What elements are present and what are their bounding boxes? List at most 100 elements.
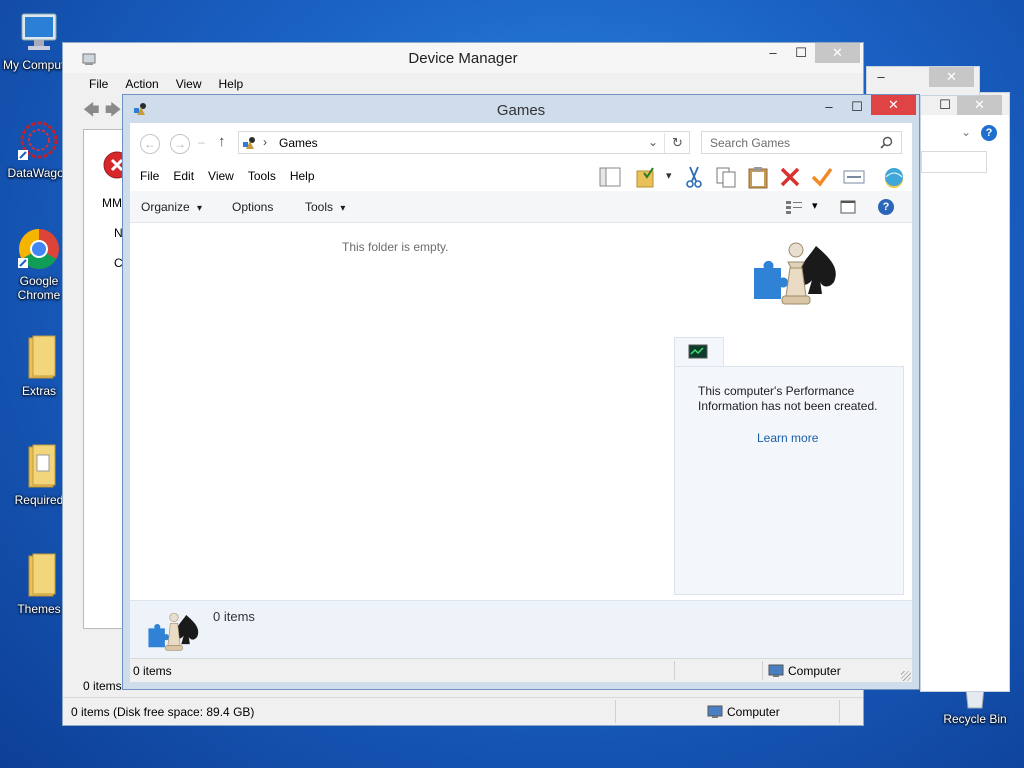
chevron-down-icon[interactable]: ⌄ xyxy=(961,125,971,139)
close-button[interactable]: ✕ xyxy=(871,95,916,115)
tools-label: Tools xyxy=(305,200,334,214)
dropdown-arrow-icon[interactable]: ▾ xyxy=(666,169,672,182)
help-icon[interactable]: ? xyxy=(878,199,894,215)
organize-label: Organize xyxy=(141,200,190,214)
minimize-button[interactable]: – xyxy=(815,97,843,117)
preview-pane-icon[interactable] xyxy=(598,165,622,189)
background-window-caption: – ✕ xyxy=(866,66,980,96)
address-row: ← → – ↑ › Games ⌄ ↻ Search Games xyxy=(130,123,912,161)
address-bar[interactable]: › Games ⌄ ↻ xyxy=(238,131,690,154)
menu-file[interactable]: File xyxy=(81,77,117,91)
back-arrow-icon[interactable]: 🡄 xyxy=(83,99,100,126)
performance-monitor-icon xyxy=(688,344,708,359)
search-input[interactable] xyxy=(921,151,987,173)
status-text: 0 items (Disk free space: 89.4 GB) xyxy=(71,705,255,719)
device-manager-titlebar[interactable]: Device Manager – ☐ ✕ xyxy=(63,43,863,73)
shell-icon[interactable] xyxy=(882,165,906,189)
toolbar: 🡄 🡆 xyxy=(83,99,121,126)
games-statusbar: 0 items Computer xyxy=(130,658,912,682)
maximize-button[interactable]: ☐ xyxy=(787,43,815,63)
maximize-button[interactable]: ☐ xyxy=(843,97,871,117)
file-list-area[interactable]: This folder is empty. This computer's Pe… xyxy=(130,224,912,600)
folder-icon xyxy=(28,335,56,379)
dropdown-arrow-icon: ▾ xyxy=(340,203,346,214)
preview-pane-toggle-icon[interactable] xyxy=(840,199,856,215)
datawagon-icon xyxy=(18,121,58,160)
tree-fragment: MM xyxy=(102,196,122,210)
games-titlebar[interactable]: Games – ☐ ✕ xyxy=(123,95,919,123)
computer-icon xyxy=(707,705,723,718)
breadcrumb[interactable]: Games xyxy=(279,136,318,150)
menu-edit[interactable]: Edit xyxy=(167,169,202,183)
folder-icon xyxy=(28,444,56,488)
close-button[interactable]: ✕ xyxy=(957,95,1002,115)
forward-arrow-icon[interactable]: 🡆 xyxy=(105,99,122,126)
games-explorer-icon xyxy=(754,242,836,305)
window-caption-area: ☐ ✕ xyxy=(921,93,1009,115)
search-input[interactable]: Search Games xyxy=(701,131,902,154)
performance-panel: This computer's Performance Information … xyxy=(674,366,904,595)
organize-button[interactable]: Organize ▾ xyxy=(141,200,202,214)
minimize-icon[interactable]: – xyxy=(867,67,895,87)
delete-icon[interactable] xyxy=(778,165,802,189)
status-location: Computer xyxy=(727,705,780,719)
desktop-icon-label: Extras xyxy=(21,384,56,398)
maximize-icon[interactable]: ☐ xyxy=(931,95,959,115)
back-button[interactable]: ← xyxy=(140,134,160,154)
dropdown-arrow-icon[interactable]: ▾ xyxy=(812,199,818,212)
device-manager-menubar: File Action View Help xyxy=(73,73,863,95)
inner-status: 0 items xyxy=(83,679,122,693)
chrome-icon xyxy=(18,229,59,269)
tools-button[interactable]: Tools ▾ xyxy=(305,200,345,214)
menu-help[interactable]: Help xyxy=(211,77,253,91)
menu-file[interactable]: File xyxy=(134,169,167,183)
desktop-icon-label: Themes xyxy=(17,602,61,616)
close-button[interactable]: ✕ xyxy=(815,43,860,63)
computer-icon xyxy=(768,664,784,677)
breadcrumb-separator[interactable]: › xyxy=(263,135,267,149)
view-options-icon[interactable] xyxy=(785,199,803,215)
performance-message: This computer's Performance Information … xyxy=(698,384,878,413)
device-manager-statusbar: 0 items (Disk free space: 89.4 GB) Compu… xyxy=(63,697,863,725)
desktop-icon-label: Recycle Bin xyxy=(943,712,1007,726)
properties-check-icon[interactable] xyxy=(810,165,834,189)
up-arrow-icon[interactable]: ↑ xyxy=(218,133,226,150)
details-pane: 0 items xyxy=(130,600,912,658)
background-window-right[interactable]: ☐ ✕ ⌄ ? xyxy=(920,92,1010,692)
refresh-icon[interactable]: ↻ xyxy=(664,133,690,153)
empty-folder-message: This folder is empty. xyxy=(342,240,449,254)
search-icon[interactable] xyxy=(880,136,893,149)
window-title: Games xyxy=(496,102,546,119)
learn-more-link[interactable]: Learn more xyxy=(757,431,818,445)
desktop-icon-label: Google Chrome xyxy=(17,274,61,302)
menu-view[interactable]: View xyxy=(202,169,242,183)
close-button[interactable]: ✕ xyxy=(929,67,974,87)
forward-button[interactable]: → xyxy=(170,134,190,154)
menu-action[interactable]: Action xyxy=(117,77,167,91)
recent-dropdown-icon[interactable]: – xyxy=(198,135,205,149)
performance-tab[interactable] xyxy=(674,337,724,367)
rename-icon[interactable] xyxy=(842,165,866,189)
status-item-count: 0 items xyxy=(133,664,172,678)
search-placeholder: Search Games xyxy=(710,136,791,150)
folder-options-icon[interactable] xyxy=(634,165,658,189)
menu-view[interactable]: View xyxy=(168,77,211,91)
copy-icon[interactable] xyxy=(714,165,738,189)
options-button[interactable]: Options xyxy=(232,200,273,214)
menu-help[interactable]: Help xyxy=(284,169,323,183)
cut-icon[interactable] xyxy=(682,165,706,189)
details-item-count: 0 items xyxy=(213,609,255,624)
command-bar: Organize ▾ Options Tools ▾ ▾ ? xyxy=(130,191,912,223)
computer-icon xyxy=(21,13,57,50)
desktop-icon-label: Required xyxy=(14,493,64,507)
paste-icon[interactable] xyxy=(746,165,770,189)
chevron-down-icon[interactable]: ⌄ xyxy=(648,135,658,149)
games-client-area: ← → – ↑ › Games ⌄ ↻ Search Games File Ed… xyxy=(130,123,912,682)
folder-icon xyxy=(28,553,56,597)
games-thumbnail-icon xyxy=(148,612,199,651)
minimize-button[interactable]: – xyxy=(759,43,787,63)
help-icon[interactable]: ? xyxy=(981,125,997,141)
games-window[interactable]: Games – ☐ ✕ ← → – ↑ › Games ⌄ ↻ Search G… xyxy=(122,94,920,690)
resize-grip[interactable] xyxy=(901,671,911,681)
menu-tools[interactable]: Tools xyxy=(242,169,284,183)
